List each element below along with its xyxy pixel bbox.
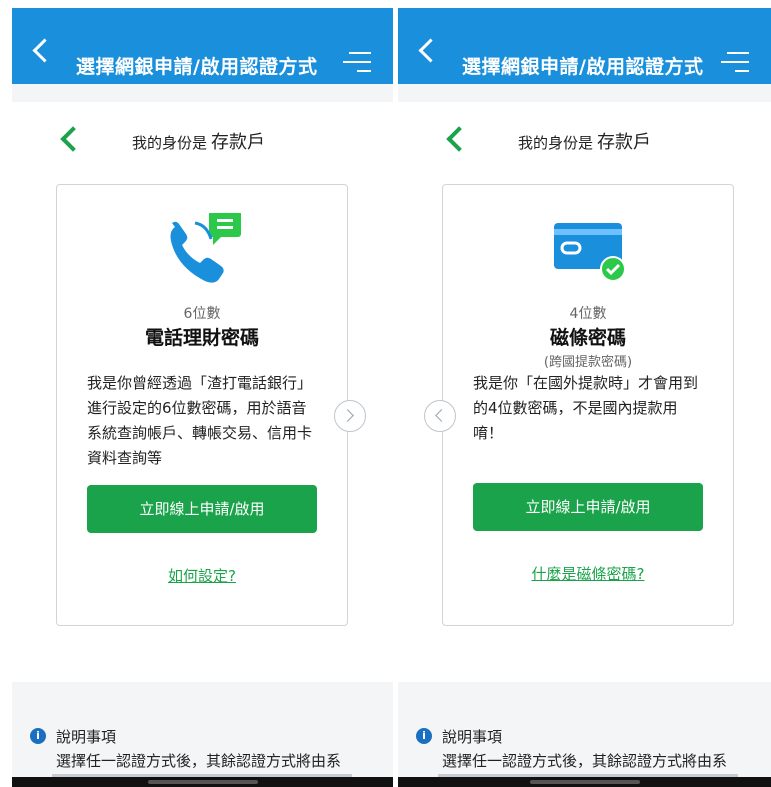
header-bar: 選擇網銀申請/啟用認證方式 xyxy=(398,8,771,84)
prev-card-button[interactable] xyxy=(424,400,456,432)
back-arrow-icon[interactable] xyxy=(32,38,57,63)
chevron-right-icon xyxy=(341,409,354,422)
next-card-button[interactable] xyxy=(334,400,366,432)
auth-method-card: 6位數 電話理財密碼 我是你曾經透過「渣打電話銀行」進行設定的6位數密碼，用於語… xyxy=(56,184,348,626)
home-indicator xyxy=(12,777,393,787)
notes-section: i 說明事項 選擇任一認證方式後，其餘認證方式將由系 xyxy=(398,682,771,787)
digits-label: 4位數 xyxy=(569,306,607,322)
screen-left: 選擇網銀申請/啟用認證方式 我的身份是 存款戶 6位數 電話理財密碼 我是你曾經透… xyxy=(12,0,393,787)
header-bar: 選擇網銀申請/啟用認證方式 xyxy=(12,8,393,84)
menu-icon[interactable] xyxy=(343,52,371,74)
chevron-left-icon xyxy=(435,409,448,422)
identity-type: 存款戶 xyxy=(211,132,266,153)
identity-row: 我的身份是 存款戶 xyxy=(398,118,771,158)
identity-label: 我的身份是 xyxy=(518,134,594,152)
card-title: 電話理財密碼 xyxy=(144,327,259,349)
info-icon: i xyxy=(416,728,432,744)
menu-icon[interactable] xyxy=(721,52,749,74)
card-subtitle: (跨國提款密碼) xyxy=(543,355,633,370)
card-title: 磁條密碼 xyxy=(549,327,626,349)
chevron-left-icon[interactable] xyxy=(60,126,86,152)
digits-label: 6位數 xyxy=(183,306,221,322)
notes-body: 選擇任一認證方式後，其餘認證方式將由系 xyxy=(442,752,728,770)
identity-label: 我的身份是 xyxy=(132,134,208,152)
home-indicator xyxy=(398,777,771,787)
help-link[interactable]: 什麼是磁條密碼? xyxy=(443,563,733,584)
screen-right: 選擇網銀申請/啟用認證方式 我的身份是 存款戶 4位數 磁條密碼 (跨國提款密碼)… xyxy=(398,0,771,787)
auth-method-card: 4位數 磁條密碼 (跨國提款密碼) 我是你「在國外提款時」才會用到的4位數密碼，… xyxy=(442,184,734,626)
apply-button[interactable]: 立即線上申請/啟用 xyxy=(87,485,317,533)
header-spacer xyxy=(398,84,771,102)
help-link[interactable]: 如何設定? xyxy=(57,565,347,586)
notes-title: 說明事項 xyxy=(56,728,117,746)
phone-chat-icon xyxy=(57,211,347,283)
card-description: 我是你曾經透過「渣打電話銀行」進行設定的6位數密碼，用於語音系統查詢帳戶、轉帳交… xyxy=(87,374,313,467)
card-description: 我是你「在國外提款時」才會用到的4位數密碼，不是國內提款用唷！ xyxy=(473,374,699,442)
identity-row: 我的身份是 存款戶 xyxy=(12,118,393,158)
identity-text: 我的身份是 存款戶 xyxy=(518,128,651,154)
notes-title: 說明事項 xyxy=(442,728,503,746)
page-title: 選擇網銀申請/啟用認證方式 xyxy=(462,56,704,78)
notes-section: i 說明事項 選擇任一認證方式後，其餘認證方式將由系 xyxy=(12,682,393,787)
chevron-left-icon[interactable] xyxy=(446,126,472,152)
page-title: 選擇網銀申請/啟用認證方式 xyxy=(76,56,318,78)
info-icon: i xyxy=(30,728,46,744)
header-spacer xyxy=(12,84,393,102)
back-arrow-icon[interactable] xyxy=(418,38,443,63)
card-check-icon xyxy=(443,213,733,283)
apply-button[interactable]: 立即線上申請/啟用 xyxy=(473,483,703,531)
identity-text: 我的身份是 存款戶 xyxy=(132,128,265,154)
notes-body: 選擇任一認證方式後，其餘認證方式將由系 xyxy=(56,752,342,770)
identity-type: 存款戶 xyxy=(597,132,652,153)
